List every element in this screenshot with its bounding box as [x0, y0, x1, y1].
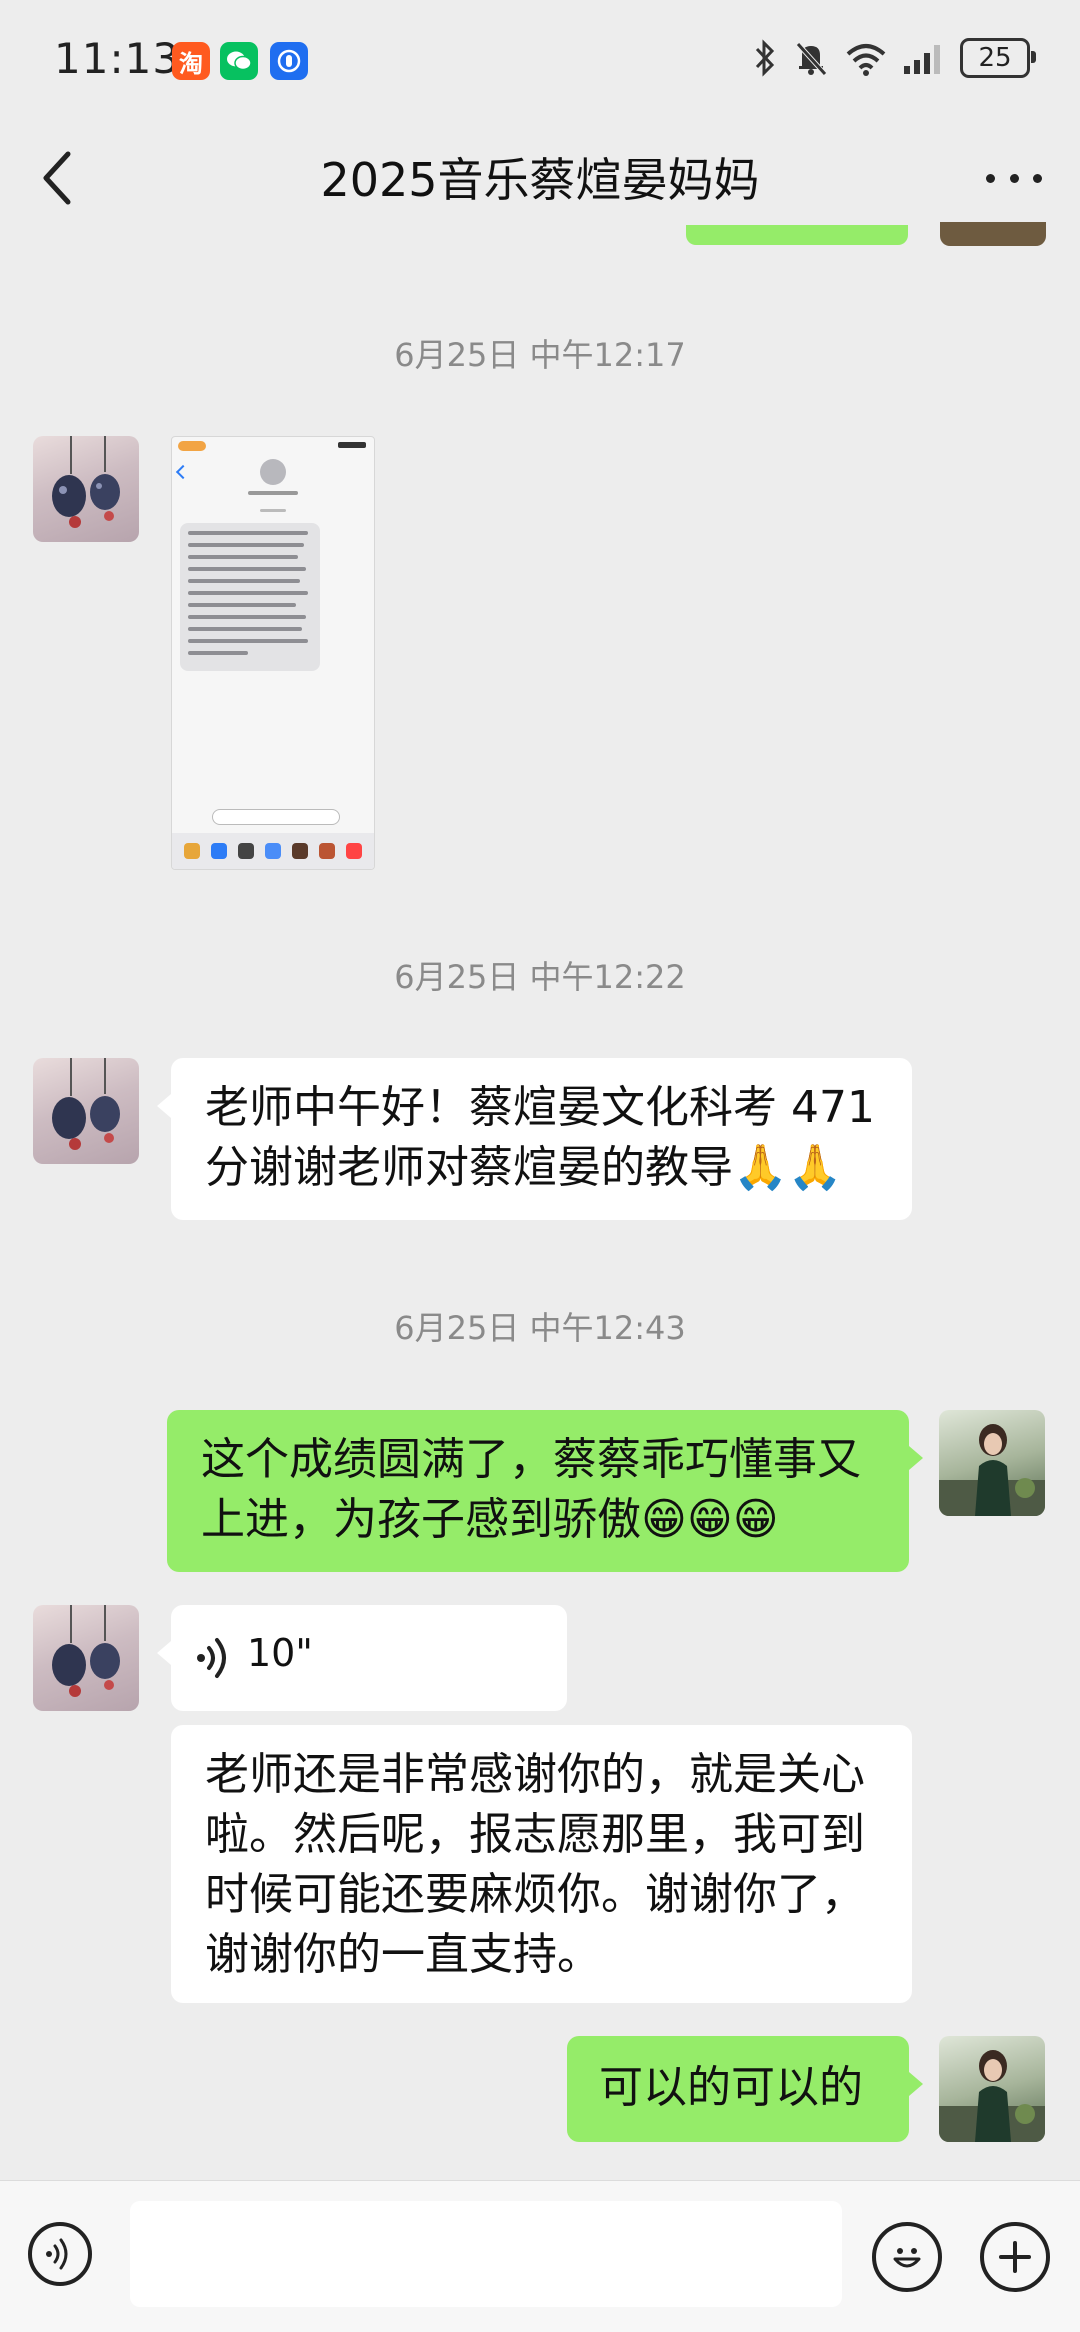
voice-wave-icon — [197, 1638, 226, 1678]
message-text: 时候可能还要麻烦你。谢谢你了， — [205, 1869, 865, 1920]
emoji-button[interactable] — [872, 2222, 942, 2292]
contact-avatar[interactable] — [33, 1058, 139, 1164]
message-bubble[interactable]: 老师中午好！蔡煊晏文化科考 471 分谢谢老师对蔡煊晏的教导🙏🙏 — [157, 1058, 912, 1220]
message-text: 老师中午好！蔡煊晏文化科考 471 — [205, 1082, 875, 1133]
voice-message[interactable]: 10" — [157, 1605, 567, 1711]
more-functions-button[interactable] — [980, 2222, 1050, 2292]
timestamp: 6月25日 中午12:22 — [394, 958, 686, 996]
message-text: 可以的可以的 — [599, 2062, 863, 2113]
contact-avatar[interactable] — [33, 436, 139, 542]
chat-title: 2025音乐蔡煊晏妈妈 — [320, 153, 760, 207]
signal-icon — [904, 45, 940, 74]
more-dots-icon — [986, 173, 995, 183]
message-text: 这个成绩圆满了，蔡蔡乖巧懂事又 — [201, 1434, 861, 1485]
timestamp: 6月25日 中午12:43 — [394, 1309, 686, 1347]
voice-duration: 10" — [247, 1631, 313, 1675]
emoji-icon — [893, 2248, 921, 2268]
message-text: 谢谢你的一直支持。 — [205, 1929, 601, 1980]
message-input[interactable] — [130, 2201, 842, 2307]
wifi-icon — [846, 44, 886, 76]
message-text: 上进，为孩子感到骄傲😁😁😁 — [201, 1494, 779, 1545]
wechat-icon — [220, 42, 258, 80]
battery-indicator: 25 — [960, 38, 1036, 78]
message-bubble[interactable]: 老师还是非常感谢你的，就是关心 啦。然后呢，报志愿那里，我可到 时候可能还要麻烦… — [171, 1725, 912, 2003]
status-time: 11:13 — [54, 34, 181, 83]
previous-avatar — [940, 222, 1046, 246]
bluetooth-icon — [755, 39, 775, 77]
voice-icon — [46, 2238, 68, 2270]
taobao-icon: 淘 — [172, 42, 210, 80]
timestamp: 6月25日 中午12:17 — [394, 336, 686, 374]
mute-bell-icon — [796, 42, 827, 76]
message-bubble-self[interactable]: 可以的可以的 — [567, 2036, 923, 2142]
screenshot-image-message[interactable] — [171, 436, 375, 870]
contact-avatar[interactable] — [33, 1605, 139, 1711]
more-options-button[interactable] — [986, 170, 1042, 186]
security-app-icon — [270, 42, 308, 80]
self-avatar[interactable] — [939, 2036, 1045, 2142]
battery-level: 25 — [978, 43, 1012, 73]
message-text: 啦。然后呢，报志愿那里，我可到 — [205, 1809, 865, 1860]
voice-input-button[interactable] — [28, 2222, 92, 2286]
message-text: 分谢谢老师对蔡煊晏的教导🙏🙏 — [205, 1142, 843, 1193]
message-text: 老师还是非常感谢你的，就是关心 — [205, 1749, 865, 1800]
message-bubble-self[interactable]: 这个成绩圆满了，蔡蔡乖巧懂事又 上进，为孩子感到骄傲😁😁😁 — [167, 1410, 923, 1572]
status-indicators: 25 — [752, 38, 1036, 78]
self-avatar[interactable] — [939, 1410, 1045, 1516]
plus-icon — [999, 2241, 1031, 2273]
previous-message-bubble — [686, 225, 908, 245]
